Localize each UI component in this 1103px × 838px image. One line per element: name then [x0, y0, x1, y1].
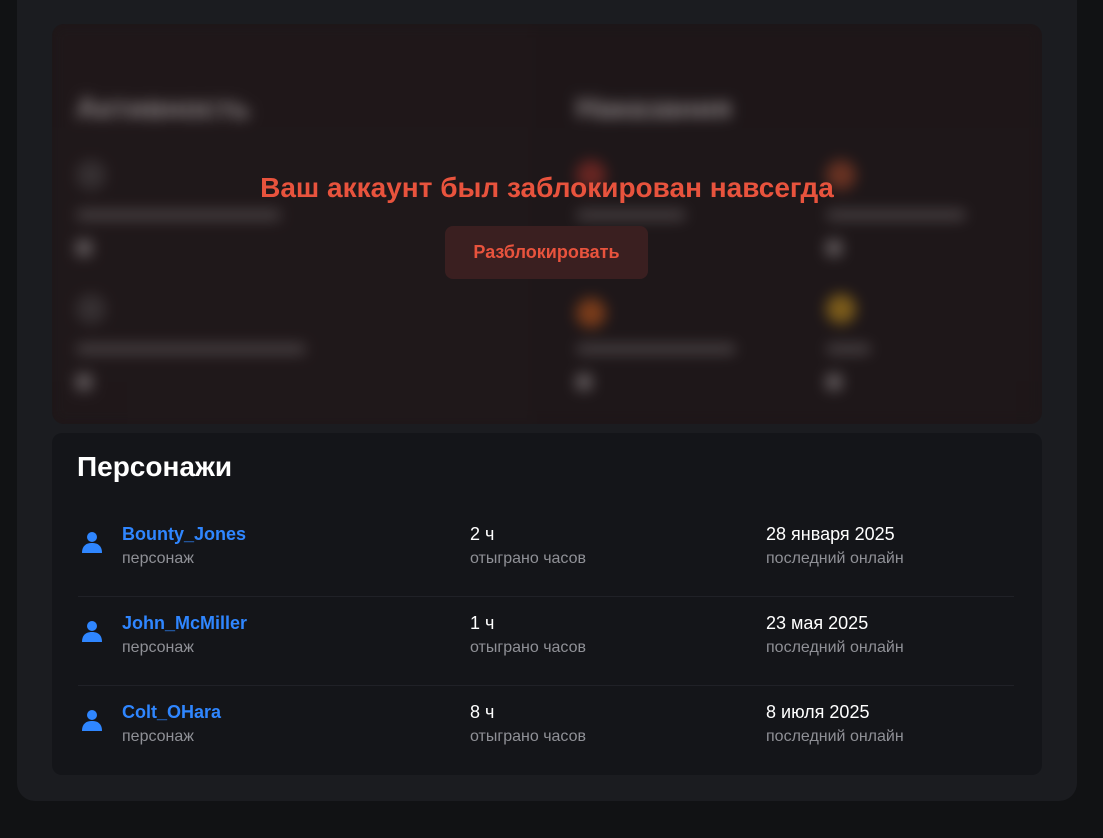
character-name-link[interactable]: John_McMiller — [122, 611, 247, 635]
user-icon — [82, 532, 102, 553]
characters-title: Персонажи — [77, 451, 233, 482]
character-subtitle: персонаж — [122, 728, 194, 745]
character-subtitle: персонаж — [122, 550, 194, 567]
user-icon — [82, 621, 102, 642]
hours-played-label: отыграно часов — [470, 728, 586, 745]
last-online-label: последний онлайн — [766, 550, 904, 567]
last-online-date: 8 июля 2025 — [766, 702, 870, 722]
hours-played: 8 ч — [470, 702, 495, 722]
character-subtitle: персонаж — [122, 639, 194, 656]
last-online-label: последний онлайн — [766, 639, 904, 656]
hours-played: 1 ч — [470, 613, 495, 633]
character-name-link[interactable]: Bounty_Jones — [122, 522, 246, 546]
user-icon — [82, 710, 102, 731]
hours-played-label: отыграно часов — [470, 639, 586, 656]
blurred-heading-punishments: Наказания — [576, 92, 732, 125]
characters-card: Персонажи Bounty_Jones персонаж 2 ч отыг… — [52, 433, 1042, 775]
character-row: Bounty_Jones персонаж 2 ч отыграно часов… — [78, 508, 1014, 597]
hours-played: 2 ч — [470, 524, 495, 544]
last-online-date: 28 января 2025 — [766, 524, 895, 544]
last-online-date: 23 мая 2025 — [766, 613, 869, 633]
last-online-label: последний онлайн — [766, 728, 904, 745]
blurred-heading-activity: Активность — [76, 92, 251, 125]
blocked-section: Активность Наказания Ваш аккаунт был заб… — [52, 24, 1042, 424]
character-name-link[interactable]: Colt_OHara — [122, 700, 221, 724]
unblock-button[interactable]: Разблокировать — [445, 226, 648, 279]
character-row: John_McMiller персонаж 1 ч отыграно часо… — [78, 597, 1014, 686]
character-row: Colt_OHara персонаж 8 ч отыграно часов 8… — [78, 686, 1014, 775]
blocked-message: Ваш аккаунт был заблокирован навсегда — [260, 172, 834, 203]
blurred-background-content: Активность Наказания — [52, 24, 1042, 424]
hours-played-label: отыграно часов — [470, 550, 586, 567]
